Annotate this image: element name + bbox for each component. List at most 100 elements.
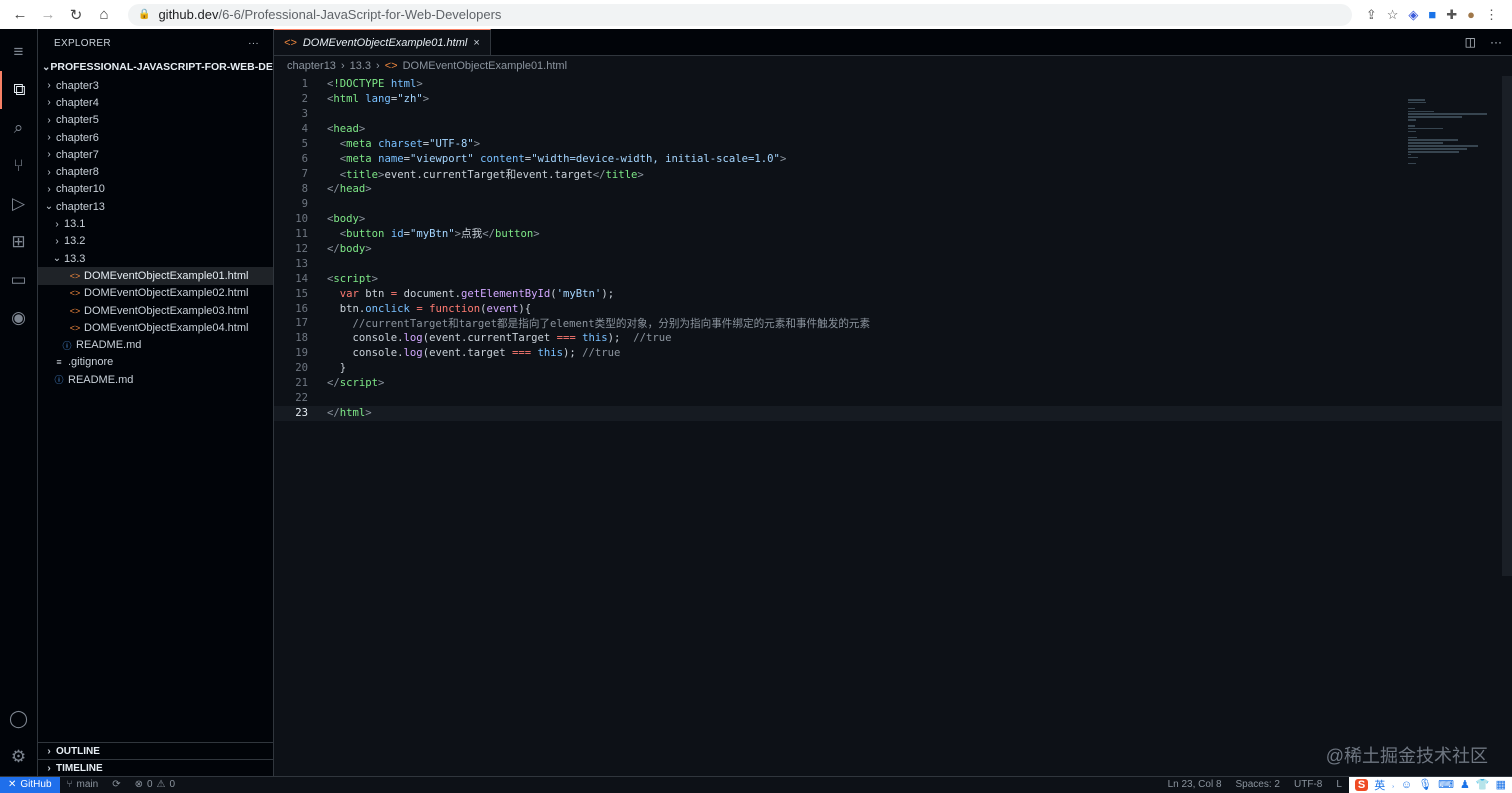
github-icon[interactable]: ◉: [0, 299, 38, 337]
tree-item[interactable]: › chapter7: [38, 146, 273, 163]
tree-item[interactable]: ⓘ README.md: [38, 336, 273, 353]
keyboard-icon[interactable]: ⌨: [1438, 778, 1454, 791]
code-line[interactable]: 12 </body>: [274, 241, 1512, 256]
code-line[interactable]: 1 <!DOCTYPE html>: [274, 77, 1512, 92]
tree-item[interactable]: › chapter3: [38, 77, 273, 94]
code-line[interactable]: 22: [274, 391, 1512, 406]
home-icon[interactable]: ⌂: [92, 3, 116, 27]
problems-indicator[interactable]: ⊗ 0 ⚠ 0: [128, 779, 182, 790]
code-line[interactable]: 10 <body>: [274, 211, 1512, 226]
search-icon[interactable]: ⌕: [0, 109, 38, 147]
tree-item[interactable]: › 13.1: [38, 215, 273, 232]
gear-icon[interactable]: ⚙: [0, 738, 38, 776]
line-text: <html lang="zh">: [327, 93, 429, 105]
breadcrumb-item[interactable]: 13.3: [350, 60, 371, 72]
timeline-panel[interactable]: › TIMELINE: [38, 759, 273, 776]
extension-blue-icon[interactable]: ■: [1428, 7, 1436, 23]
emoji-icon[interactable]: ☺: [1401, 779, 1412, 791]
user-icon[interactable]: ♟: [1460, 778, 1470, 791]
extensions-icon[interactable]: ⊞: [0, 223, 38, 261]
encoding[interactable]: UTF-8: [1287, 779, 1329, 790]
code-line[interactable]: 9: [274, 197, 1512, 212]
microphone-icon[interactable]: 🎙: [1418, 778, 1432, 791]
minimap[interactable]: [1408, 99, 1498, 165]
code-line[interactable]: 18 console.log(event.currentTarget === t…: [274, 331, 1512, 346]
tree-item[interactable]: ⌄ chapter13: [38, 198, 273, 215]
punctuation-icon[interactable]: ˒: [1391, 779, 1395, 791]
tree-item[interactable]: <> DOMEventObjectExample01.html: [38, 267, 273, 285]
info-file-icon: ⓘ: [62, 340, 72, 351]
code-token: </: [482, 228, 495, 241]
outline-panel[interactable]: › OUTLINE: [38, 742, 273, 759]
tree-item[interactable]: › chapter4: [38, 94, 273, 111]
vertical-scrollbar[interactable]: [1502, 76, 1512, 576]
code-line[interactable]: 11 <button id="myBtn">点我</button>: [274, 226, 1512, 241]
code-line[interactable]: 15 var btn = document.getElementById('my…: [274, 286, 1512, 301]
menu-icon[interactable]: ≡: [0, 33, 38, 71]
tree-item[interactable]: ≡ .gitignore: [38, 354, 273, 371]
code-line[interactable]: 21 </script>: [274, 376, 1512, 391]
breadcrumb-item[interactable]: DOMEventObjectExample01.html: [403, 60, 567, 72]
code-line[interactable]: 4 <head>: [274, 122, 1512, 137]
code-editor[interactable]: 1 <!DOCTYPE html> 2 <html lang="zh"> 3 4 <head…: [274, 76, 1512, 421]
code-line[interactable]: 6 <meta name="viewport" content="width=d…: [274, 152, 1512, 167]
account-icon[interactable]: ◯: [0, 700, 38, 738]
line-ending[interactable]: L: [1329, 779, 1349, 790]
back-icon[interactable]: ←: [8, 3, 32, 27]
branch-indicator[interactable]: ⑂ main: [60, 779, 106, 790]
workspace-root[interactable]: ⌄ PROFESSIONAL-JAVASCRIPT-FOR-WEB-DEVE...: [38, 57, 273, 77]
tree-item[interactable]: <> DOMEventObjectExample02.html: [38, 285, 273, 302]
tree-item[interactable]: › chapter8: [38, 163, 273, 180]
cursor-position[interactable]: Ln 23, Col 8: [1161, 779, 1229, 790]
code-line[interactable]: 19 console.log(event.target === this); /…: [274, 346, 1512, 361]
code-line[interactable]: 5 <meta charset="UTF-8">: [274, 137, 1512, 152]
close-icon[interactable]: ×: [473, 37, 479, 49]
tree-item[interactable]: <> DOMEventObjectExample03.html: [38, 302, 273, 319]
run-debug-icon[interactable]: ▷: [0, 185, 38, 223]
share-icon[interactable]: ⇪: [1366, 7, 1377, 23]
reload-icon[interactable]: ↻: [64, 3, 88, 27]
star-icon[interactable]: ☆: [1387, 7, 1399, 23]
remote-explorer-icon[interactable]: ▭: [0, 261, 38, 299]
tree-item[interactable]: › chapter5: [38, 112, 273, 129]
skin-icon[interactable]: 👕: [1476, 778, 1490, 791]
code-line[interactable]: 3: [274, 107, 1512, 122]
code-line[interactable]: 23 </html>: [274, 405, 1512, 421]
source-control-icon[interactable]: ⑂: [0, 147, 38, 185]
address-bar[interactable]: 🔒 github.dev/6-6/Professional-JavaScript…: [128, 3, 1352, 26]
explorer-icon[interactable]: ⧉: [0, 71, 38, 109]
remote-indicator[interactable]: ✕ GitHub: [0, 776, 60, 793]
extension-cube-icon[interactable]: ◈: [1408, 7, 1418, 23]
tree-item[interactable]: › chapter10: [38, 181, 273, 198]
tree-item[interactable]: ⓘ README.md: [38, 371, 273, 388]
code-line[interactable]: 2 <html lang="zh">: [274, 92, 1512, 107]
tree-item[interactable]: ⌄ 13.3: [38, 250, 273, 267]
code-line[interactable]: 14 <script>: [274, 271, 1512, 286]
more-actions-icon[interactable]: ···: [1490, 35, 1502, 49]
workspace-root-label: PROFESSIONAL-JAVASCRIPT-FOR-WEB-DEVE...: [50, 61, 273, 73]
tab-active-file[interactable]: <> DOMEventObjectExample01.html ×: [274, 29, 491, 55]
split-editor-icon[interactable]: ◫: [1465, 35, 1476, 49]
sogou-logo-icon[interactable]: S: [1354, 778, 1369, 791]
breadcrumb-item[interactable]: chapter13: [287, 60, 336, 72]
sync-icon[interactable]: ⟳: [105, 779, 127, 790]
code-line[interactable]: 8 </head>: [274, 182, 1512, 197]
code-line[interactable]: 7 <title>event.currentTarget和event.targe…: [274, 167, 1512, 182]
code-line[interactable]: 16 btn.onclick = function(event){: [274, 301, 1512, 316]
code-token: >: [473, 138, 481, 151]
code-line[interactable]: 20 }: [274, 361, 1512, 376]
more-actions-icon[interactable]: ···: [248, 38, 259, 49]
error-count: 0: [146, 779, 153, 790]
indentation[interactable]: Spaces: 2: [1229, 779, 1287, 790]
menu-icon[interactable]: ⋮: [1485, 7, 1498, 23]
tree-item[interactable]: › 13.2: [38, 233, 273, 250]
tree-item[interactable]: <> DOMEventObjectExample04.html: [38, 319, 273, 336]
puzzle-icon[interactable]: ✚: [1446, 7, 1457, 23]
ime-language[interactable]: 英: [1374, 777, 1385, 793]
code-line[interactable]: 17 //currentTarget和target都是指向了element类型的…: [274, 316, 1512, 331]
tree-item[interactable]: › chapter6: [38, 129, 273, 146]
forward-icon[interactable]: →: [36, 3, 60, 27]
grid-icon[interactable]: ▦: [1496, 778, 1506, 791]
avatar[interactable]: ●: [1467, 7, 1475, 23]
code-line[interactable]: 13: [274, 256, 1512, 271]
